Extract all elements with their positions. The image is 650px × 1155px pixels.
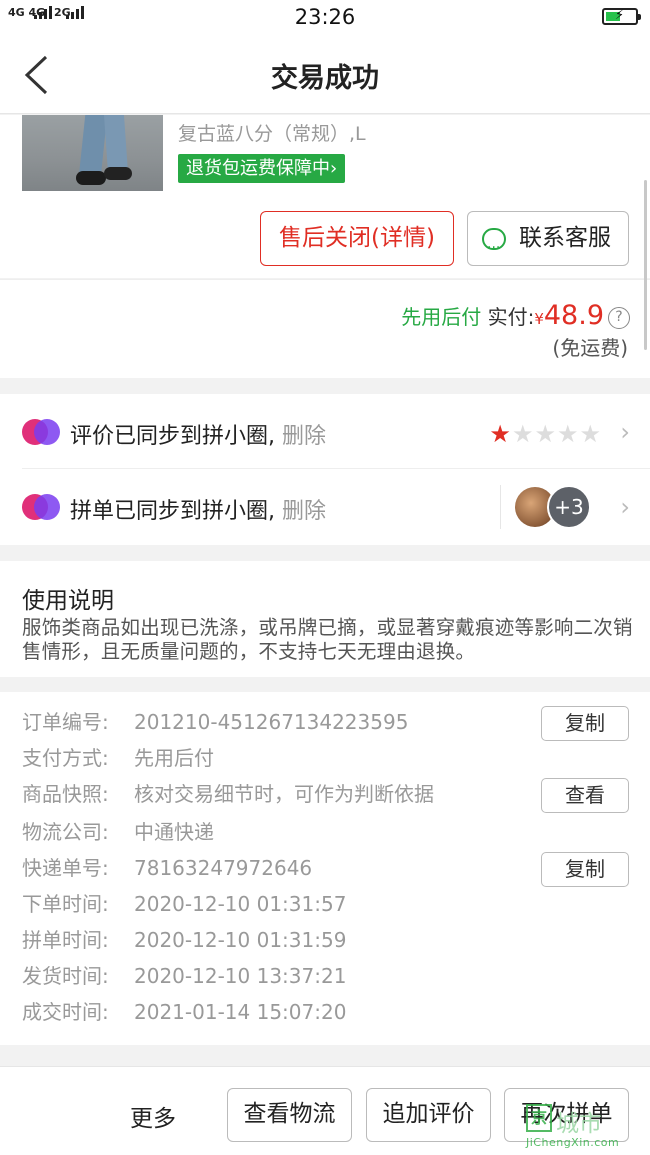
page-title: 交易成功 [271, 63, 379, 94]
more-button[interactable]: 更多 [130, 1099, 176, 1133]
order-row-label: 成交时间: [22, 1000, 109, 1024]
order-row: 成交时间: 2021-01-14 15:07:20 [22, 994, 346, 1030]
chevron-right-icon: › [620, 418, 630, 446]
chevron-right-icon: › [330, 158, 338, 179]
order-row-value: 2020-12-10 01:31:59 [134, 928, 347, 952]
contact-service-button[interactable]: 联系客服 [467, 211, 629, 275]
payment-method: 先用后付 [401, 305, 482, 329]
view-snapshot-button[interactable]: 查看 [541, 778, 629, 813]
order-row-value: 2020-12-10 01:31:57 [134, 892, 347, 916]
pinxiaoquan-logo-icon [22, 419, 60, 445]
order-row: 下单时间: 2020-12-10 01:31:57 [22, 886, 346, 922]
payment-summary: 先用后付 实付:¥48.9? (免运费) [0, 279, 650, 378]
star-empty-icon: ★ [511, 420, 535, 448]
review-sync-row[interactable]: 评价已同步到拼小圈, 删除 ★★★★★ › [22, 394, 650, 469]
order-row: 发货时间: 2020-12-10 13:37:21 [22, 958, 346, 994]
order-row-value: 中通快递 [134, 820, 214, 844]
notice-title: 使用说明 [22, 588, 114, 614]
star-empty-icon: ★ [534, 420, 557, 448]
order-row-value: 78163247972646 [134, 856, 313, 880]
group-sync-row[interactable]: 拼单已同步到拼小圈, 删除 +3 › [0, 469, 650, 544]
star-empty-icon: ★ [579, 420, 602, 448]
view-logistics-button[interactable]: 查看物流 [227, 1088, 352, 1142]
order-row: 快递单号: 78163247972646 [22, 850, 312, 886]
group-delete-link[interactable]: 删除 [282, 499, 326, 524]
order-row-value: 核对交易细节时，可作为判断依据 [134, 782, 434, 806]
order-row: 订单编号: 201210-451267134223595 [22, 704, 408, 740]
watermark-url: JiChengXin.com [526, 1136, 620, 1149]
copy-order-number-button[interactable]: 复制 [541, 706, 629, 741]
star-empty-icon: ★ [556, 420, 580, 448]
order-row: 支付方式: 先用后付 [22, 740, 214, 776]
order-info: 订单编号: 201210-451267134223595 复制 支付方式: 先用后付… [0, 692, 650, 1045]
product-variant: 复古蓝八分（常规）,L [178, 123, 366, 145]
status-time: 23:26 [294, 5, 356, 29]
product-thumbnail[interactable] [22, 115, 163, 191]
order-row-value: 201210-451267134223595 [134, 710, 409, 734]
more-members-badge: +3 [547, 485, 591, 529]
nav-bar: 交易成功 [0, 36, 650, 114]
product-card: 复古蓝八分（常规）,L 退货包运费保障中› 售后关闭(详情) 联系客服 [0, 115, 650, 278]
payment-line: 先用后付 实付:¥48.9? [401, 300, 630, 331]
order-row: 拼单时间: 2020-12-10 01:31:59 [22, 922, 346, 958]
scrollbar[interactable] [644, 180, 647, 350]
status-bar: 4G 4G 2G 23:26 ⚡ [0, 0, 650, 36]
copy-tracking-number-button[interactable]: 复制 [541, 852, 629, 887]
paid-label: 实付: [487, 305, 535, 329]
review-sync-text: 评价已同步到拼小圈, [70, 424, 275, 449]
order-row-label: 商品快照: [22, 782, 109, 806]
watermark-box-icon: 京 [526, 1104, 552, 1132]
watermark-name: 城市 [556, 1111, 602, 1137]
group-sync-text: 拼单已同步到拼小圈, [70, 499, 275, 524]
chat-bubble-icon [482, 222, 506, 275]
shipping-note: (免运费) [552, 336, 628, 360]
order-row-label: 支付方式: [22, 746, 109, 770]
order-row-label: 下单时间: [22, 892, 109, 916]
sync-section: 评价已同步到拼小圈, 删除 ★★★★★ › 拼单已同步到拼小圈, 删除 +3 › [0, 394, 650, 545]
review-delete-link[interactable]: 删除 [282, 424, 326, 449]
usage-notice: 使用说明 服饰类商品如出现已洗涤，或吊牌已摘，或显著穿戴痕迹等影响二次销售情形，… [0, 561, 650, 677]
rating-stars: ★★★★★ [489, 420, 602, 448]
add-review-button[interactable]: 追加评价 [366, 1088, 491, 1142]
return-shipping-badge-label: 退货包运费保障中 [186, 158, 330, 179]
order-row: 商品快照: 核对交易细节时，可作为判断依据 [22, 776, 434, 812]
watermark-logo: 京 城市 JiChengXin.com [526, 1104, 644, 1154]
group-avatars: +3 [500, 485, 606, 529]
order-row-label: 拼单时间: [22, 928, 109, 952]
order-row-value: 2021-01-14 15:07:20 [134, 1000, 347, 1024]
return-shipping-badge[interactable]: 退货包运费保障中› [178, 154, 346, 183]
after-sale-details-button[interactable]: 售后关闭(详情) [260, 211, 454, 266]
pinxiaoquan-logo-icon [22, 494, 60, 520]
notice-body: 服饰类商品如出现已洗涤，或吊牌已摘，或显著穿戴痕迹等影响二次销售情形，且无质量问… [22, 616, 633, 663]
chevron-right-icon: › [620, 493, 630, 521]
star-filled-icon: ★ [489, 420, 512, 448]
paid-amount: 48.9 [543, 300, 604, 331]
order-row-label: 快递单号: [22, 856, 109, 880]
order-row: 物流公司: 中通快递 [22, 814, 214, 850]
battery-charging-icon: ⚡ [602, 8, 641, 25]
order-row-value: 先用后付 [134, 746, 214, 770]
currency-symbol: ¥ [534, 310, 544, 328]
help-circle-icon[interactable]: ? [608, 307, 630, 329]
order-row-label: 物流公司: [22, 820, 109, 844]
order-row-label: 发货时间: [22, 964, 109, 988]
order-row-value: 2020-12-10 13:37:21 [134, 964, 347, 988]
contact-service-label: 联系客服 [519, 225, 611, 251]
order-row-label: 订单编号: [22, 710, 109, 734]
